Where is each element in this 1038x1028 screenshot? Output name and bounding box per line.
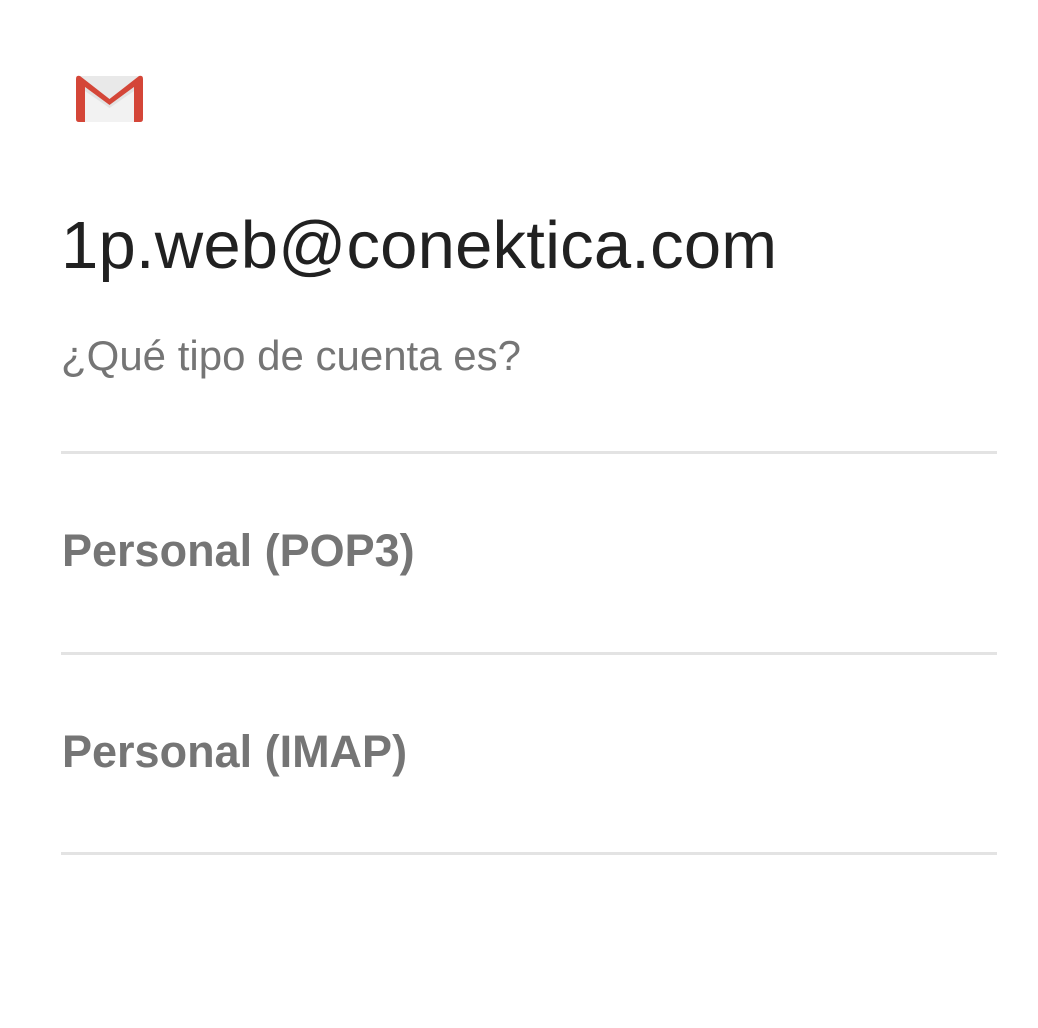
divider bbox=[61, 852, 997, 855]
account-type-screen: 1p.web@conektica.com ¿Qué tipo de cuenta… bbox=[0, 0, 1038, 1028]
account-type-option-pop3[interactable]: Personal (POP3) bbox=[61, 454, 997, 650]
account-type-option-label: Personal (POP3) bbox=[62, 525, 415, 576]
account-type-option-imap[interactable]: Personal (IMAP) bbox=[61, 655, 997, 851]
gmail-logo-icon bbox=[76, 74, 143, 123]
account-email: 1p.web@conektica.com bbox=[61, 208, 778, 283]
account-type-question: ¿Qué tipo de cuenta es? bbox=[61, 332, 521, 379]
account-type-option-label: Personal (IMAP) bbox=[62, 726, 408, 777]
